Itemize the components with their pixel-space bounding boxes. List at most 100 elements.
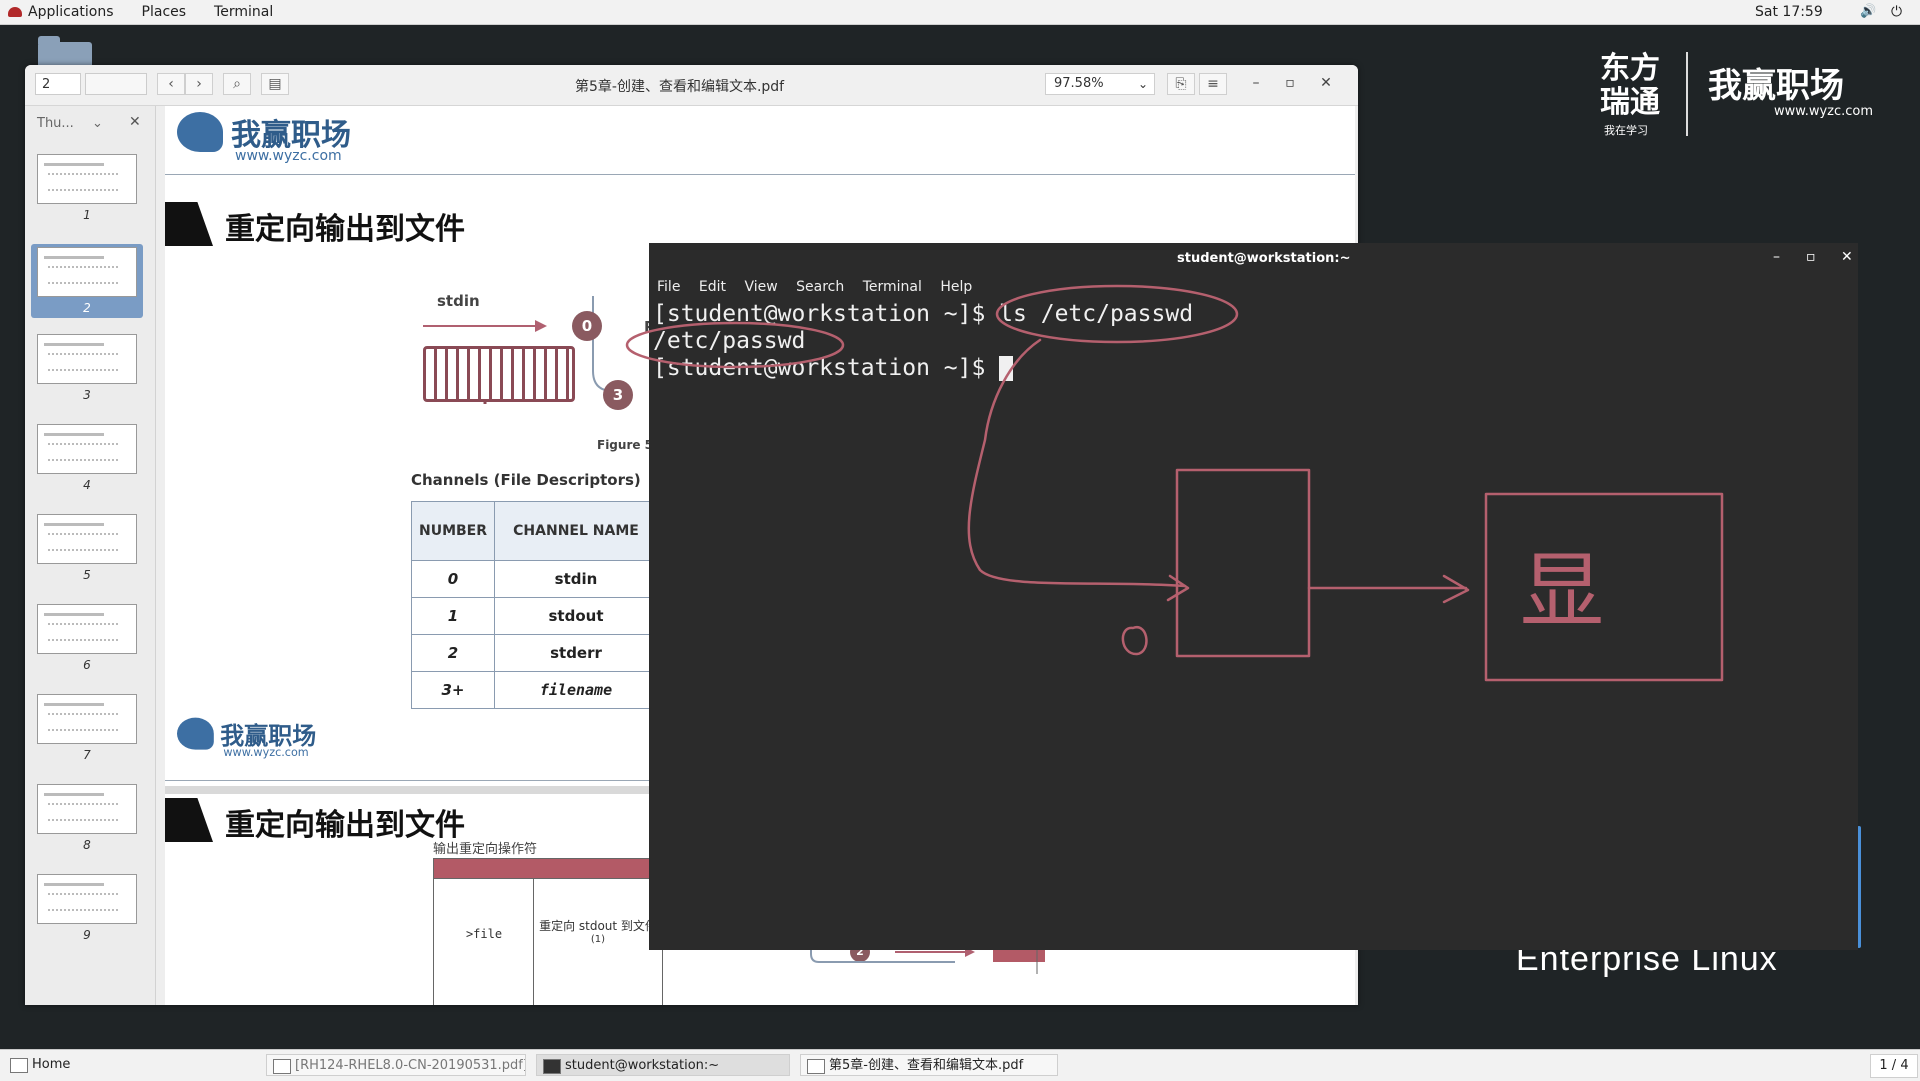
thumbnail-number: 1 <box>83 208 91 222</box>
fd3-circle: 3 <box>603 380 633 410</box>
clock[interactable]: Sat 17:59 <box>1755 0 1823 24</box>
thumbnail-image <box>37 784 137 834</box>
op-desc-sup: (1) <box>590 934 606 945</box>
close-icon[interactable]: ✕ <box>1317 75 1335 91</box>
cell-number: 1 <box>411 597 495 635</box>
taskbar-item-rh124-pdf[interactable]: [RH124-RHEL8.0-CN-20190531.pdf] <box>266 1054 526 1076</box>
maximize-icon[interactable]: ▫ <box>1806 249 1816 265</box>
thumbnail-image <box>37 604 137 654</box>
terminal-menu[interactable]: Terminal <box>200 0 287 24</box>
menu-icon[interactable]: ≡ <box>1199 73 1227 95</box>
close-icon[interactable]: ✕ <box>1841 249 1853 265</box>
thumbnail-number: 3 <box>83 388 91 402</box>
bookmark-icon[interactable]: ⎘ <box>1167 73 1195 95</box>
menu-help[interactable]: Help <box>940 279 972 295</box>
section-title-2: 重定向输出到文件 <box>225 808 465 843</box>
workspace-pager[interactable]: 1 / 4 <box>1870 1054 1918 1078</box>
section-marker <box>165 798 213 842</box>
terminal-window[interactable]: student@workstation:~ – ▫ ✕ File Edit Vi… <box>649 243 1858 950</box>
thumbnail-number: 9 <box>83 928 91 942</box>
minimize-icon[interactable]: – <box>1773 249 1780 265</box>
thumbnail-image <box>37 247 137 297</box>
minimize-icon[interactable]: – <box>1247 75 1265 91</box>
thumbnail-image <box>37 154 137 204</box>
terminal-line-3: [student@workstation ~]$ <box>653 355 1000 381</box>
pdf-title: 第5章-创建、查看和编辑文本.pdf <box>575 79 785 95</box>
thumbnail-page[interactable]: 6 <box>37 604 137 672</box>
operator-title: 输出重定向操作符 <box>433 842 538 857</box>
thumbnail-number: 6 <box>83 658 91 672</box>
cell-channel: stderr <box>494 634 658 672</box>
terminal-prompt-line: [student@workstation ~]$ <box>653 355 1193 382</box>
sidebar-mode-select[interactable]: Thu... ⌄ <box>37 116 103 131</box>
document-icon <box>273 1059 291 1074</box>
places-menu[interactable]: Places <box>128 0 201 24</box>
footer-brand-url: www.wyzc.com <box>223 746 309 760</box>
cell-number: 2 <box>411 634 495 672</box>
terminal-output[interactable]: [student@workstation ~]$ ls /etc/passwd /… <box>653 301 1193 382</box>
power-icon[interactable]: ⏻ <box>1891 0 1902 24</box>
menu-view[interactable]: View <box>744 279 777 295</box>
terminal-title: student@workstation:~ <box>1177 251 1351 266</box>
annotate-icon[interactable]: ▤ <box>261 73 289 95</box>
sidebar-mode-label: Thu... <box>37 116 74 131</box>
cell-number: 0 <box>411 560 495 598</box>
logo-left-line1: 东方 <box>1600 51 1660 86</box>
thumbnail-number: 8 <box>83 838 91 852</box>
page-number-input[interactable]: 2 <box>35 73 81 95</box>
thumbnail-number: 2 <box>83 301 91 315</box>
thumbnail-page[interactable]: 1 <box>37 154 137 222</box>
thumbnail-page[interactable]: 3 <box>37 334 137 402</box>
maximize-icon[interactable]: ▫ <box>1281 75 1299 91</box>
thumbnail-image <box>37 874 137 924</box>
thumbnail-page[interactable]: 9 <box>37 874 137 942</box>
footer-brand-logo: 我赢职场 www.wyzc.com <box>177 716 316 759</box>
taskbar-item-terminal[interactable]: student@workstation:~ <box>536 1054 790 1076</box>
taskbar-item-chapter-pdf[interactable]: 第5章-创建、查看和编辑文本.pdf <box>800 1054 1058 1076</box>
table-header-number: NUMBER <box>411 501 495 561</box>
sidebar-close-icon[interactable]: ✕ <box>129 114 141 130</box>
thumbnail-page[interactable]: 5 <box>37 514 137 582</box>
terminal-menubar: File Edit View Search Terminal Help <box>657 279 986 295</box>
previous-page-button[interactable]: ‹ <box>157 73 185 95</box>
taskbar-home[interactable]: Home <box>4 1054 260 1076</box>
taskbar-home-label: Home <box>32 1057 71 1072</box>
applications-label: Applications <box>28 4 114 20</box>
volume-icon[interactable]: 🔊 <box>1860 0 1876 24</box>
thumbnail-page[interactable]: 4 <box>37 424 137 492</box>
section-marker <box>165 202 213 246</box>
op-file-cell: >file <box>433 878 535 1005</box>
zoom-select[interactable]: 97.58% ⌄ <box>1045 73 1155 95</box>
thumbnail-number: 7 <box>83 748 91 762</box>
thumbnail-page[interactable]: 8 <box>37 784 137 852</box>
menu-file[interactable]: File <box>657 279 680 295</box>
menu-terminal[interactable]: Terminal <box>863 279 922 295</box>
page-label-field[interactable] <box>85 73 147 95</box>
cell-channel: stdout <box>494 597 658 635</box>
next-page-button[interactable]: › <box>185 73 213 95</box>
thumbnail-number: 4 <box>83 478 91 492</box>
window-list-taskbar: Home [RH124-RHEL8.0-CN-20190531.pdf] stu… <box>0 1049 1920 1081</box>
thumbnail-page[interactable]: 2 <box>31 244 143 318</box>
header-rule <box>165 174 1355 175</box>
search-icon[interactable]: ⌕ <box>223 73 251 95</box>
logo-left-sub: 我在学习 <box>1604 124 1648 137</box>
taskbar-item-label: student@workstation:~ <box>565 1058 720 1073</box>
taskbar-item-label: [RH124-RHEL8.0-CN-20190531.pdf] <box>295 1058 526 1073</box>
thumbnail-page[interactable]: 7 <box>37 694 137 762</box>
brand-mark-icon <box>177 717 214 750</box>
terminal-titlebar[interactable]: student@workstation:~ – ▫ ✕ <box>649 243 1858 273</box>
terminal-line-1: [student@workstation ~]$ ls /etc/passwd <box>653 301 1194 327</box>
thumbnail-image <box>37 334 137 384</box>
keyboard-icon <box>423 346 575 402</box>
thumbnail-number: 5 <box>83 568 91 582</box>
applications-menu[interactable]: Applications <box>0 0 128 24</box>
menu-edit[interactable]: Edit <box>699 279 726 295</box>
terminal-line-2: /etc/passwd <box>653 328 806 354</box>
menu-search[interactable]: Search <box>796 279 844 295</box>
thumbnail-image <box>37 424 137 474</box>
op-desc-cell: 重定向 stdout 到文件 (1) <box>533 878 663 1005</box>
table-header-channel: CHANNEL NAME <box>494 501 658 561</box>
chevron-down-icon: ⌄ <box>1137 77 1148 91</box>
desktop-logo: 东方 瑞通 我在学习 我赢职场 www.wyzc.com <box>1596 50 1896 140</box>
